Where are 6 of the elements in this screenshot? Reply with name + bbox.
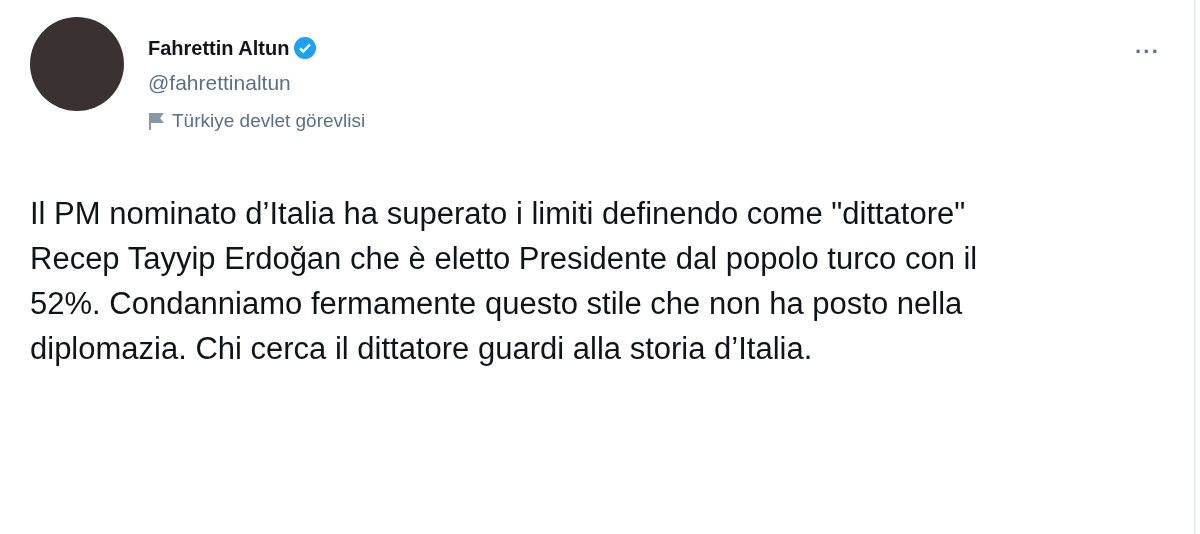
account-label: Türkiye devlet görevlisi: [172, 108, 366, 133]
flag-icon: [148, 111, 164, 130]
author-handle: @fahrettinaltun: [148, 70, 292, 96]
more-button[interactable]: ···: [1131, 41, 1164, 63]
tweet-text: Il PM nominato d’Italia ha superato i limiti definendo come "dittatore" Recep Tayyip Erdoğan che è eletto Presidente dal popolo turco con il 52%. Condanniamo fermamente questo stile che non ha posto nella diplomazia. Chi cerca il dittatore guardi alla storia d’Italia.: [30, 195, 979, 368]
author-name[interactable]: Fahrettin Altun: [148, 33, 290, 63]
